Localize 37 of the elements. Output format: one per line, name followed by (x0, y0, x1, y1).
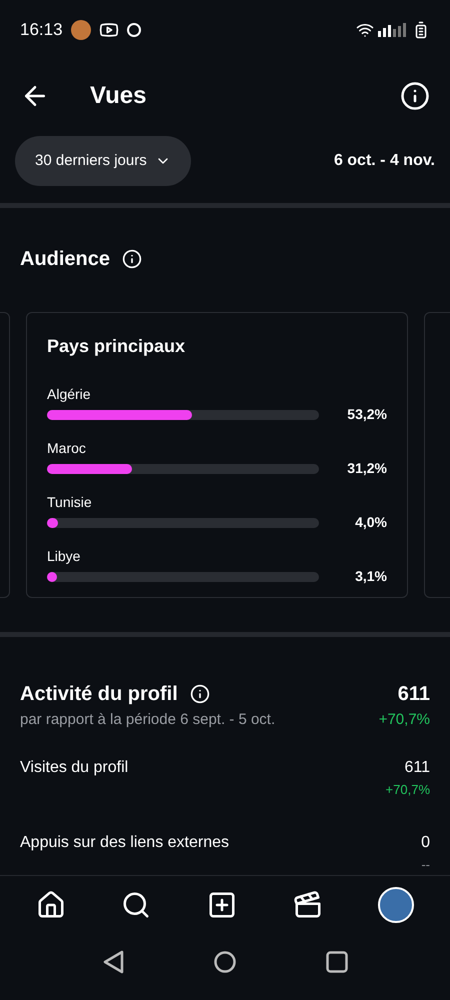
country-label: Maroc (47, 439, 87, 458)
percentage-value: 4,0% (355, 513, 387, 532)
section-title: Activité du profil (20, 682, 178, 708)
app-notification-icon (70, 20, 91, 40)
profile-avatar[interactable] (378, 886, 414, 923)
page-title: Vues (90, 80, 148, 111)
create-tab[interactable] (206, 890, 237, 920)
back-nav-icon[interactable] (102, 950, 124, 974)
change-value: +70,7% (378, 710, 430, 730)
card-title: Pays principaux (47, 335, 186, 358)
total-value: 611 (396, 682, 430, 708)
country-label: Algérie (47, 385, 92, 404)
country-label: Libye (47, 547, 82, 566)
comparison-subtitle: par rapport à la période 6 sept. - 5 oct. (20, 710, 276, 730)
percentage-value: 3,1% (355, 567, 387, 586)
info-icon (190, 684, 210, 704)
video-tab[interactable] (292, 890, 323, 920)
country-label: Tunisie (47, 493, 93, 512)
metric-value: 0 (421, 833, 430, 854)
metric-change: -- (421, 856, 430, 874)
section-title: Audience (20, 247, 110, 272)
info-icon (122, 249, 142, 270)
percentage-value: 31,2% (347, 459, 387, 478)
info-button[interactable] (400, 80, 430, 111)
search-tab[interactable] (121, 890, 152, 920)
signal-icon (378, 22, 408, 37)
metric-label: Appuis sur des liens externes (20, 833, 229, 854)
period-dropdown[interactable]: 30 derniers jours (15, 136, 191, 186)
metric-value: 611 (404, 758, 430, 778)
home-nav-icon[interactable] (214, 951, 236, 974)
metric-change: +70,7% (386, 780, 430, 799)
recents-nav-icon[interactable] (326, 951, 348, 974)
date-range: 6 oct. - 4 nov. (334, 151, 435, 172)
percentage-value: 53,2% (347, 405, 387, 424)
status-time: 16:13 (20, 19, 63, 42)
home-tab[interactable] (36, 890, 66, 920)
metric-label: Visites du profil (20, 758, 128, 778)
